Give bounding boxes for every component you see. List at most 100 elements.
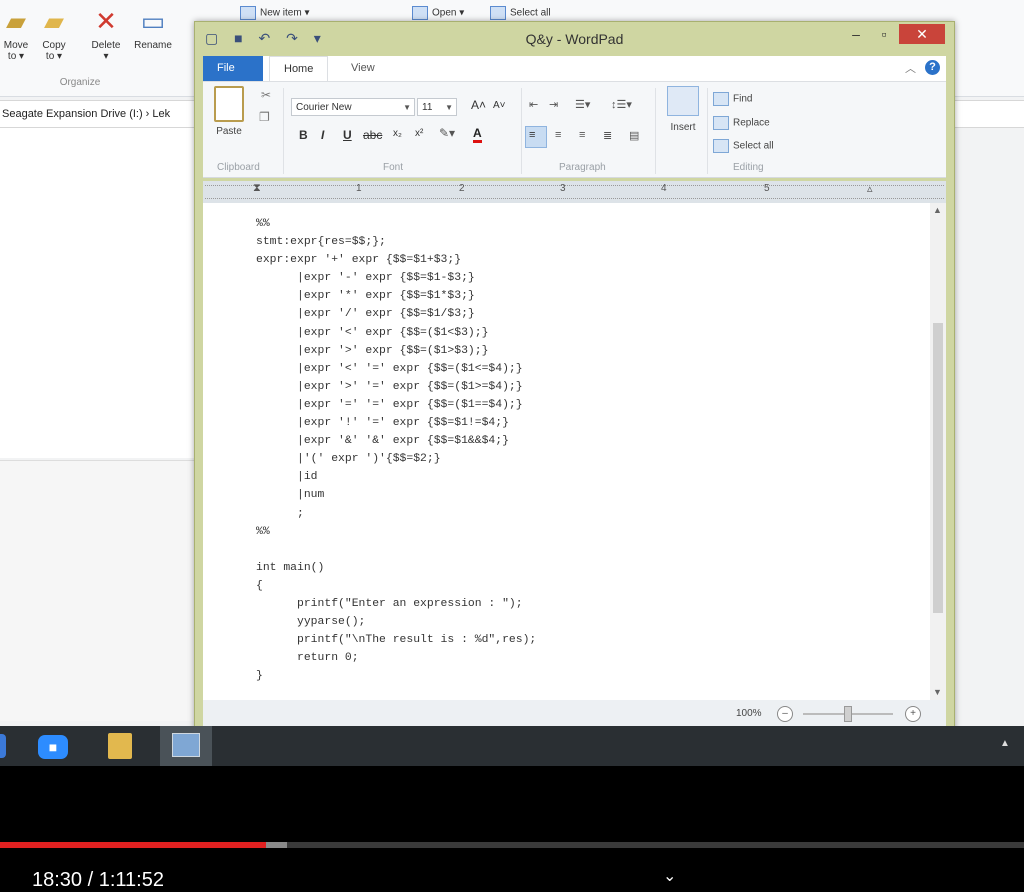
tab-file[interactable]: File	[203, 56, 263, 81]
select-all-button[interactable]: Select all	[490, 6, 551, 20]
scrollbar-thumb[interactable]	[933, 323, 943, 613]
select-all-editing-button[interactable]: Select all	[713, 139, 774, 153]
font-color-icon[interactable]: A	[473, 126, 482, 143]
minimize-button[interactable]: –	[843, 24, 869, 44]
document-line: |'(' expr ')'{$$=$2;}	[256, 453, 441, 466]
tab-home[interactable]: Home	[269, 56, 329, 82]
show-hidden-icons-icon[interactable]: ▲	[1000, 738, 1010, 749]
bullet-list-icon[interactable]: ☰▾	[575, 98, 590, 111]
search-box[interactable]	[953, 100, 1024, 128]
collapse-ribbon-icon[interactable]: ︿	[905, 60, 916, 76]
increase-indent-icon[interactable]: ⇥	[549, 98, 558, 111]
align-right-icon[interactable]: ≡	[579, 129, 585, 141]
ribbon-separator	[707, 88, 708, 174]
ruler-track	[205, 185, 944, 199]
picture-icon	[667, 86, 699, 116]
find-button[interactable]: Find	[713, 92, 752, 106]
underline-button[interactable]: U	[343, 128, 352, 142]
home-ribbon: Paste ✂ ❐ Clipboard Courier New ▼ 11 ▼ A…	[203, 81, 946, 178]
document-line: stmt:expr{res=$$;};	[256, 236, 386, 249]
right-indent-marker-icon[interactable]: ▵	[867, 182, 873, 195]
paragraph-icon[interactable]: ▤	[629, 129, 639, 142]
document-line: ;	[256, 507, 304, 520]
shrink-font-icon[interactable]: A˅	[493, 100, 506, 111]
indent-marker-icon[interactable]: ⧗	[253, 182, 261, 195]
open-icon	[412, 6, 428, 20]
document-text[interactable]: %% stmt:expr{res=$$;}; expr:expr '+' exp…	[256, 215, 536, 685]
ribbon-separator	[283, 88, 284, 174]
editing-group-label: Editing	[733, 162, 764, 173]
zoom-level: 100%	[736, 708, 762, 719]
highlight-icon[interactable]: ✎▾	[439, 126, 455, 140]
ruler[interactable]: ⧗ 1 2 3 4 5 ▵	[203, 181, 946, 203]
clipboard-icon	[214, 86, 244, 122]
new-item-button[interactable]: New item ▾	[240, 6, 309, 20]
subscript-button[interactable]: x₂	[393, 128, 402, 139]
copy-icon[interactable]: ❐	[259, 110, 270, 124]
replace-button[interactable]: Replace	[713, 116, 770, 130]
strikethrough-button[interactable]: abc	[363, 128, 382, 142]
paste-button[interactable]: Paste	[211, 86, 247, 137]
close-button[interactable]: ✕	[899, 24, 945, 44]
cut-icon[interactable]: ✂	[261, 88, 271, 102]
move-to-label: Move to ▾	[3, 40, 29, 62]
title-bar[interactable]: ▢ ■ ↶ ↷ ▾ Q&y - WordPad – ▫ ✕	[195, 22, 954, 56]
document-line: |expr '!' '=' expr {$$=$1!=$4;}	[256, 417, 509, 430]
scroll-up-icon[interactable]: ▲	[933, 205, 942, 215]
zoom-in-button[interactable]: +	[905, 706, 921, 722]
replace-label: Replace	[733, 117, 770, 129]
select-all-label: Select all	[510, 7, 551, 19]
ribbon-tabs: File Home View ︿ ?	[203, 56, 946, 82]
document-line: %%	[256, 525, 270, 538]
ruler-number: 3	[560, 183, 566, 194]
file-explorer-icon[interactable]	[108, 733, 132, 759]
desktop-screen: ▰ Move to ▾ ▰ Copy to ▾ ✕ Delete ▾ ▭ Ren…	[0, 0, 1024, 766]
copy-to-button[interactable]: ▰ Copy to ▾	[28, 4, 80, 62]
align-center-icon[interactable]: ≡	[555, 129, 561, 141]
delete-button[interactable]: ✕ Delete ▾	[80, 4, 132, 62]
justify-icon[interactable]: ≣	[603, 129, 612, 142]
vertical-scrollbar[interactable]: ▲ ▼	[930, 203, 946, 700]
taskbar-app-icon[interactable]	[0, 734, 6, 758]
font-size-value: 11	[422, 102, 433, 113]
open-button[interactable]: Open ▾	[412, 6, 464, 20]
zoom-slider-thumb[interactable]	[844, 706, 852, 722]
chevron-down-icon: ▼	[403, 103, 411, 112]
document-line: |expr '*' expr {$$=$1*$3;}	[256, 290, 475, 303]
document-line: yyparse();	[256, 616, 366, 629]
explorer-navigation-pane[interactable]	[0, 128, 194, 458]
document-line: |num	[256, 489, 325, 502]
document-line: |id	[256, 471, 318, 484]
document-line: |expr '>' expr {$$=($1>$3);}	[256, 344, 489, 357]
scroll-down-icon[interactable]: ▼	[933, 687, 942, 697]
document-line: |expr '=' '=' expr {$$=($1==$4);}	[256, 398, 523, 411]
document-line: |expr '<' '=' expr {$$=($1<=$4);}	[256, 362, 523, 375]
delete-label: Delete ▾	[91, 40, 121, 62]
document-line: |expr '<' expr {$$=($1<$3);}	[256, 326, 489, 339]
time-display: 18:30 / 1:11:52	[32, 869, 164, 891]
font-group-label: Font	[383, 162, 404, 173]
grow-font-icon[interactable]: A˄	[471, 98, 486, 112]
rename-button[interactable]: ▭ Rename	[127, 4, 179, 51]
zoom-app-icon[interactable]: ■	[38, 735, 68, 759]
address-bar[interactable]: Seagate Expansion Drive (I:) › Lek	[0, 100, 203, 128]
copy-to-label: Copy to ▾	[42, 40, 66, 62]
help-icon[interactable]: ?	[925, 60, 940, 75]
ribbon-separator	[655, 88, 656, 174]
paint-app-icon[interactable]	[172, 733, 200, 757]
document-area[interactable]: %% stmt:expr{res=$$;}; expr:expr '+' exp…	[203, 203, 946, 700]
zoom-out-button[interactable]: –	[777, 706, 793, 722]
bold-button[interactable]: B	[299, 128, 308, 142]
font-size-select[interactable]: 11 ▼	[417, 98, 457, 116]
chevron-down-icon[interactable]: ⌄	[663, 866, 676, 886]
find-icon	[713, 92, 729, 106]
italic-button[interactable]: I	[321, 128, 324, 142]
rename-label: Rename	[134, 40, 172, 51]
tab-view[interactable]: View	[337, 56, 389, 81]
font-family-select[interactable]: Courier New ▼	[291, 98, 415, 116]
decrease-indent-icon[interactable]: ⇤	[529, 98, 538, 111]
maximize-button[interactable]: ▫	[871, 24, 897, 44]
superscript-button[interactable]: x²	[415, 128, 423, 139]
line-spacing-icon[interactable]: ↕☰▾	[611, 98, 632, 111]
insert-button[interactable]: Insert	[663, 86, 703, 133]
